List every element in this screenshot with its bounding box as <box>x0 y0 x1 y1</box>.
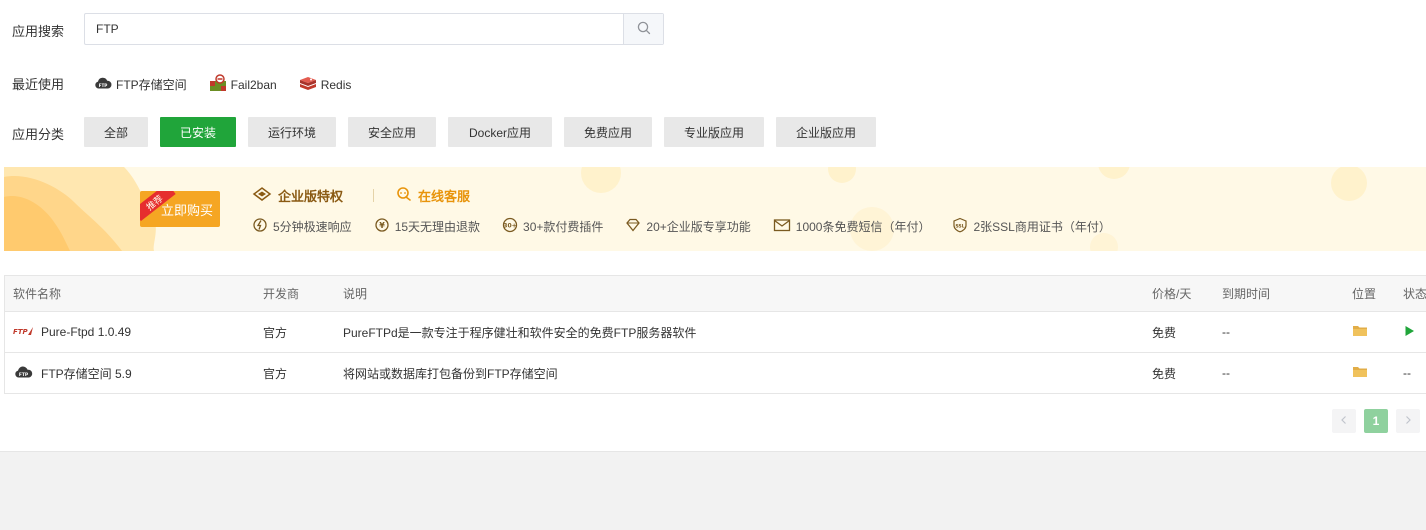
svg-text:FTP: FTP <box>13 328 29 336</box>
feature-item: ¥ 15天无理由退款 <box>374 217 480 236</box>
banner-separator <box>373 189 375 202</box>
redis-icon <box>299 75 321 94</box>
header-name: 软件名称 <box>13 287 62 301</box>
category-label: 应用分类 <box>12 127 65 142</box>
svg-text:FTP: FTP <box>19 372 29 378</box>
category-installed-button[interactable]: 已安装 <box>160 117 236 147</box>
svg-text:FTP: FTP <box>99 83 108 88</box>
crown-diamond-icon <box>252 186 278 205</box>
description-cell: PureFTPd是一款专注于程序健壮和软件安全的免费FTP服务器软件 <box>343 325 697 340</box>
mail-icon <box>773 218 796 235</box>
category-all-button[interactable]: 全部 <box>84 117 148 147</box>
buy-now-button[interactable]: 推荐 立即购买 <box>140 191 220 227</box>
expire-cell: -- <box>1222 325 1230 339</box>
recent-item-label: FTP存储空间 <box>116 78 187 92</box>
header-price: 价格/天 <box>1152 287 1192 301</box>
chevron-left-icon <box>1340 414 1348 428</box>
enterprise-privilege-title: 企业版特权 <box>252 186 343 205</box>
expire-cell: -- <box>1222 366 1230 380</box>
feature-item: 30+ 30+款付费插件 <box>502 217 603 236</box>
search-input[interactable] <box>85 14 623 44</box>
enterprise-banner: 推荐 立即购买 企业版特权 在线客服 5分钟极速响应 ¥ 15天无理由退款 30… <box>4 167 1426 251</box>
app-store-panel: 应用搜索 最近使用 FTP FTP存储空间 Fail2ban Redis <box>0 0 1426 452</box>
table-header: 软件名称 开发商 说明 价格/天 到期时间 位置 状态 <box>5 276 1426 312</box>
running-play-icon[interactable] <box>1403 325 1415 340</box>
recent-label: 最近使用 <box>12 77 65 92</box>
category-free-button[interactable]: 免费应用 <box>564 117 652 147</box>
next-page-button[interactable] <box>1396 409 1420 433</box>
category-list: 全部 已安装 运行环境 安全应用 Docker应用 免费应用 专业版应用 企业版… <box>84 117 888 147</box>
location-cell <box>1352 312 1368 352</box>
search-label: 应用搜索 <box>12 24 65 39</box>
table-row: FTP Pure-Ftpd 1.0.49 官方 PureFTPd是一款专注于程序… <box>5 312 1426 353</box>
header-status: 状态 <box>1403 287 1426 301</box>
recent-item-redis[interactable]: Redis <box>299 75 352 94</box>
header-location: 位置 <box>1352 287 1377 301</box>
search-icon <box>637 21 651 38</box>
recent-list: FTP FTP存储空间 Fail2ban Redis <box>94 74 373 95</box>
category-pro-button[interactable]: 专业版应用 <box>664 117 764 147</box>
diamond-icon <box>625 217 646 236</box>
search-box <box>84 13 664 45</box>
feature-item: 5分钟极速响应 <box>252 217 352 236</box>
feature-item: SSL 2张SSL商用证书（年付） <box>952 217 1111 236</box>
chevron-right-icon <box>1404 414 1412 428</box>
search-button[interactable] <box>623 14 663 44</box>
feature-item: 20+企业版专享功能 <box>625 217 751 236</box>
category-security-button[interactable]: 安全应用 <box>348 117 436 147</box>
svg-text:30+: 30+ <box>503 223 516 230</box>
folder-icon[interactable] <box>1352 324 1368 340</box>
header-description: 说明 <box>343 287 368 301</box>
prev-page-button[interactable] <box>1332 409 1356 433</box>
pure-ftpd-icon: FTP <box>13 325 41 340</box>
category-runtime-button[interactable]: 运行环境 <box>248 117 336 147</box>
table-row: FTP FTP存储空间 5.9 官方 将网站或数据库打包备份到FTP存储空间 免… <box>5 353 1426 394</box>
category-docker-button[interactable]: Docker应用 <box>448 117 552 147</box>
pagination: 1 <box>1332 409 1426 433</box>
refund-icon: ¥ <box>374 217 395 236</box>
header-expire: 到期时间 <box>1222 287 1271 301</box>
status-cell <box>1403 312 1415 352</box>
svg-text:¥: ¥ <box>379 221 385 230</box>
folder-icon[interactable] <box>1352 365 1368 381</box>
header-developer: 开发商 <box>263 287 300 301</box>
category-enterprise-button[interactable]: 企业版应用 <box>776 117 876 147</box>
software-name-cell[interactable]: FTP Pure-Ftpd 1.0.49 <box>13 312 131 352</box>
page-number-button[interactable]: 1 <box>1364 409 1388 433</box>
svg-text:SSL: SSL <box>956 223 965 229</box>
buy-now-label: 立即购买 <box>160 202 213 218</box>
fast-response-icon <box>252 217 273 236</box>
recent-item-label: Redis <box>320 77 352 92</box>
software-name-cell[interactable]: FTP FTP存储空间 5.9 <box>13 353 132 393</box>
fail2ban-icon <box>209 74 231 95</box>
ssl-icon: SSL <box>952 217 973 236</box>
ftp-cloud-icon: FTP <box>94 76 116 93</box>
location-cell <box>1352 353 1368 393</box>
developer-cell: 官方 <box>263 325 288 340</box>
price-cell: 免费 <box>1152 366 1177 381</box>
recent-item-label: Fail2ban <box>230 77 277 92</box>
feature-list: 5分钟极速响应 ¥ 15天无理由退款 30+ 30+款付费插件 20+企业版专享… <box>252 217 1133 236</box>
recent-item-ftp-storage[interactable]: FTP FTP存储空间 <box>94 76 187 93</box>
recent-item-fail2ban[interactable]: Fail2ban <box>209 74 277 95</box>
plugins-icon: 30+ <box>502 217 523 236</box>
developer-cell: 官方 <box>263 366 288 381</box>
feature-item: 1000条免费短信（年付） <box>773 218 930 235</box>
banner-header: 企业版特权 在线客服 <box>252 186 470 205</box>
status-cell: -- <box>1403 366 1411 380</box>
price-cell: 免费 <box>1152 325 1177 340</box>
online-service-link[interactable]: 在线客服 <box>396 186 470 205</box>
description-cell: 将网站或数据库打包备份到FTP存储空间 <box>343 366 558 381</box>
chat-icon <box>396 186 418 205</box>
software-table: 软件名称 开发商 说明 价格/天 到期时间 位置 状态 FTP Pure-Ftp… <box>4 275 1426 394</box>
ftp-cloud-icon: FTP <box>13 365 41 382</box>
